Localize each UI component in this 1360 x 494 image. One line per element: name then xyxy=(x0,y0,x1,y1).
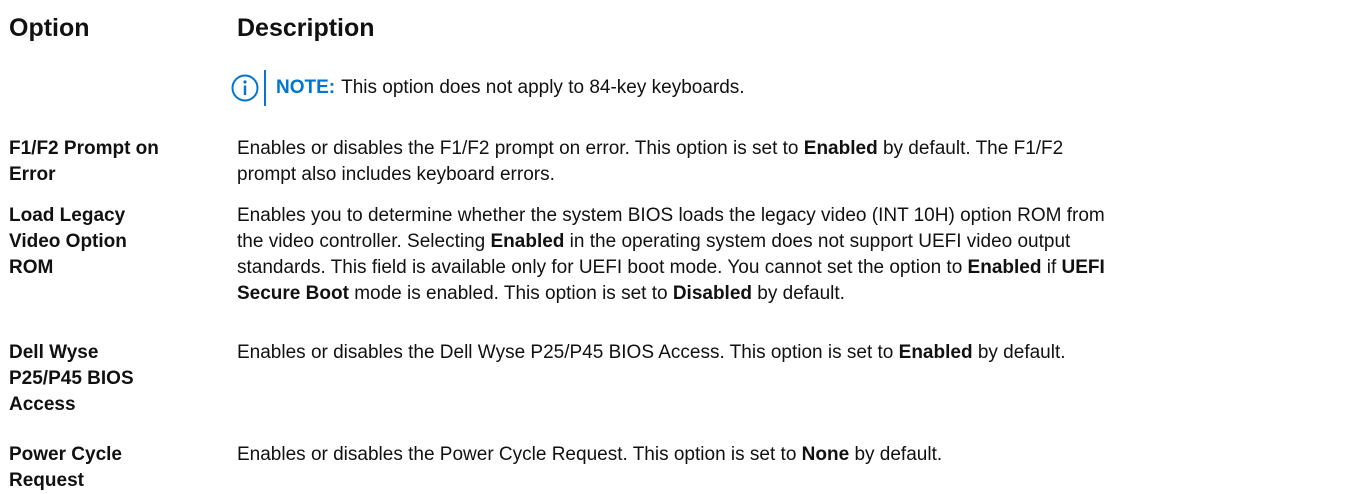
option-description: Enables or disables the Power Cycle Requ… xyxy=(237,444,943,465)
note-text: This option does not apply to 84-key key… xyxy=(341,77,745,98)
option-name: Load Legacy Video Option ROM xyxy=(9,205,127,278)
option-name: F1/F2 Prompt on Error xyxy=(9,138,159,185)
note-label: NOTE: xyxy=(276,77,336,98)
note-divider xyxy=(264,70,266,106)
bios-options-table: Option Description NOTE: This option doe… xyxy=(0,0,1360,493)
option-name: Dell Wyse P25/P45 BIOS Access xyxy=(9,342,134,415)
option-description: Enables or disables the Dell Wyse P25/P4… xyxy=(237,342,1066,363)
column-header-description: Description xyxy=(237,14,375,42)
option-description: Enables or disables the F1/F2 prompt on … xyxy=(237,138,1064,185)
option-description: Enables you to determine whether the sys… xyxy=(237,205,1105,304)
option-name: Power Cycle Request xyxy=(9,444,122,491)
note-callout: NOTE: This option does not apply to 84-k… xyxy=(230,70,745,106)
column-header-option: Option xyxy=(9,14,90,42)
info-icon xyxy=(230,70,264,106)
